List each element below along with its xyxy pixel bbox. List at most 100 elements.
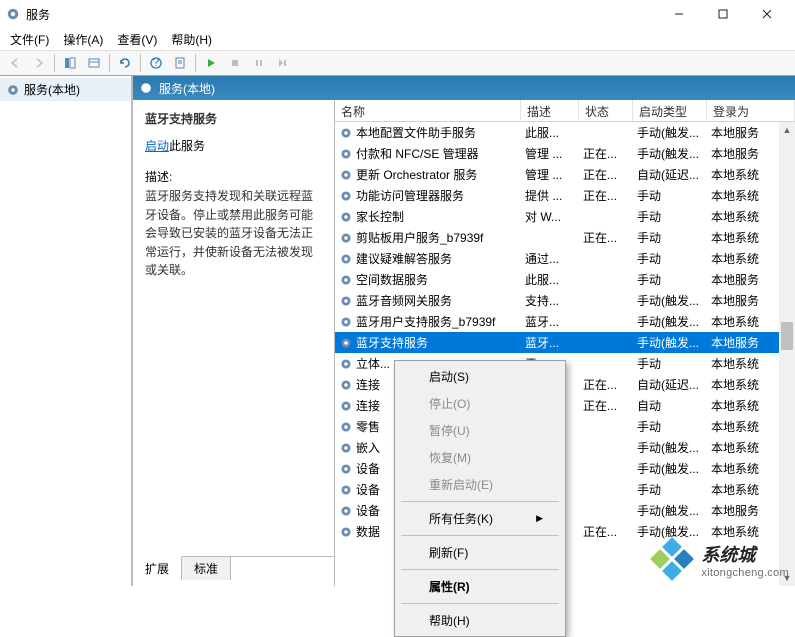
col-status[interactable]: 状态 — [579, 100, 633, 121]
cell-startup: 手动 — [633, 208, 707, 225]
start-service-link[interactable]: 启动 — [145, 139, 169, 153]
cell-desc: 对 W... — [521, 208, 579, 225]
cell-name: 蓝牙支持服务 — [335, 334, 521, 351]
service-row[interactable]: 本地配置文件助手服务此服...手动(触发...本地服务 — [335, 122, 795, 143]
maximize-button[interactable] — [701, 0, 745, 28]
context-menu-item: 重新启动(E) — [397, 471, 563, 498]
cell-startup: 手动(触发... — [633, 145, 707, 162]
cell-desc: 管理 ... — [521, 145, 579, 162]
cell-startup: 手动(触发... — [633, 460, 707, 477]
watermark-text: 系统城 — [701, 541, 789, 567]
cell-status: 正在... — [579, 523, 633, 540]
cell-name: 剪贴板用户服务_b7939f — [335, 229, 521, 246]
cell-status: 正在... — [579, 376, 633, 393]
menu-item-0[interactable]: 文件(F) — [4, 29, 55, 50]
context-menu-item[interactable]: 所有任务(K)▶ — [397, 505, 563, 532]
cell-desc: 此服... — [521, 124, 579, 141]
context-menu-item: 恢复(M) — [397, 444, 563, 471]
context-menu-item: 暂停(U) — [397, 417, 563, 444]
context-menu-item[interactable]: 刷新(F) — [397, 539, 563, 566]
service-row[interactable]: 空间数据服务此服...手动本地服务 — [335, 269, 795, 290]
cell-startup: 自动 — [633, 397, 707, 414]
cell-name: 付款和 NFC/SE 管理器 — [335, 145, 521, 162]
menu-item-2[interactable]: 查看(V) — [111, 29, 163, 50]
cell-desc: 此服... — [521, 271, 579, 288]
service-row[interactable]: 蓝牙支持服务蓝牙...手动(触发...本地服务 — [335, 332, 795, 353]
cell-name: 蓝牙用户支持服务_b7939f — [335, 313, 521, 330]
vertical-scrollbar[interactable]: ▲ ▼ — [779, 122, 795, 586]
scroll-thumb[interactable] — [781, 322, 793, 350]
cell-name: 本地配置文件助手服务 — [335, 124, 521, 141]
show-hide-tree-button[interactable] — [59, 52, 81, 74]
pause-service-button[interactable] — [248, 52, 270, 74]
service-row[interactable]: 蓝牙音频网关服务支持...手动(触发...本地服务 — [335, 290, 795, 311]
menu-item-3[interactable]: 帮助(H) — [165, 29, 218, 50]
detail-pane: 蓝牙支持服务 启动此服务 描述: 蓝牙服务支持发现和关联远程蓝牙设备。停止或禁用… — [133, 100, 335, 586]
back-button[interactable] — [4, 52, 26, 74]
close-button[interactable] — [745, 0, 789, 28]
cell-name: 空间数据服务 — [335, 271, 521, 288]
service-row[interactable]: 付款和 NFC/SE 管理器管理 ...正在...手动(触发...本地服务 — [335, 143, 795, 164]
cell-desc: 通过... — [521, 250, 579, 267]
gear-icon — [139, 81, 153, 95]
cell-desc: 管理 ... — [521, 166, 579, 183]
cell-name: 家长控制 — [335, 208, 521, 225]
stop-service-button[interactable] — [224, 52, 246, 74]
col-logon[interactable]: 登录为 — [707, 100, 795, 121]
cell-startup: 手动(触发... — [633, 334, 707, 351]
watermark: 系统城 xitongcheng.com — [653, 540, 789, 580]
refresh-button[interactable] — [114, 52, 136, 74]
nav-tree[interactable]: 服务(本地) — [0, 76, 132, 586]
service-row[interactable]: 剪贴板用户服务_b7939f正在...手动本地系统 — [335, 227, 795, 248]
scroll-up-button[interactable]: ▲ — [779, 122, 795, 138]
watermark-logo — [653, 540, 693, 580]
col-name[interactable]: 名称 — [335, 100, 521, 121]
cell-desc: 提供 ... — [521, 187, 579, 204]
tab-extended[interactable]: 扩展 — [133, 556, 182, 580]
cell-status: 正在... — [579, 166, 633, 183]
context-menu-item[interactable]: 启动(S) — [397, 363, 563, 390]
context-menu[interactable]: 启动(S)停止(O)暂停(U)恢复(M)重新启动(E) 所有任务(K)▶ 刷新(F)… — [394, 360, 566, 637]
cell-startup: 手动 — [633, 250, 707, 267]
cell-startup: 手动 — [633, 229, 707, 246]
col-startup[interactable]: 启动类型 — [633, 100, 707, 121]
gear-icon — [6, 83, 20, 97]
service-row[interactable]: 功能访问管理器服务提供 ...正在...手动本地系统 — [335, 185, 795, 206]
tab-standard[interactable]: 标准 — [182, 556, 231, 580]
context-menu-item: 停止(O) — [397, 390, 563, 417]
cell-startup: 手动(触发... — [633, 124, 707, 141]
panel-header: 服务(本地) — [133, 76, 795, 100]
restart-service-button[interactable] — [272, 52, 294, 74]
context-menu-item[interactable]: 帮助(H) — [397, 607, 563, 634]
cell-name: 功能访问管理器服务 — [335, 187, 521, 204]
cell-status: 正在... — [579, 229, 633, 246]
service-row[interactable]: 家长控制对 W...手动本地系统 — [335, 206, 795, 227]
app-icon — [6, 7, 20, 21]
properties-button[interactable] — [169, 52, 191, 74]
service-row[interactable]: 更新 Orchestrator 服务管理 ...正在...自动(延迟...本地系… — [335, 164, 795, 185]
tab-strip: 扩展 标准 — [133, 556, 334, 580]
cell-startup: 手动(触发... — [633, 313, 707, 330]
cell-name: 蓝牙音频网关服务 — [335, 292, 521, 309]
cell-startup: 手动(触发... — [633, 439, 707, 456]
forward-button[interactable] — [28, 52, 50, 74]
context-menu-item[interactable]: 属性(R) — [397, 573, 563, 600]
minimize-button[interactable] — [657, 0, 701, 28]
start-service-button[interactable] — [200, 52, 222, 74]
help-button[interactable]: ? — [145, 52, 167, 74]
service-row[interactable]: 蓝牙用户支持服务_b7939f蓝牙...手动(触发...本地系统 — [335, 311, 795, 332]
cell-desc: 蓝牙... — [521, 313, 579, 330]
cell-status: 正在... — [579, 397, 633, 414]
col-desc[interactable]: 描述 — [521, 100, 579, 121]
cell-startup: 手动 — [633, 418, 707, 435]
column-headers[interactable]: 名称 描述 状态 启动类型 登录为 — [335, 100, 795, 122]
menu-bar: 文件(F)操作(A)查看(V)帮助(H) — [0, 28, 795, 50]
cell-startup: 手动 — [633, 187, 707, 204]
nav-item-services-local[interactable]: 服务(本地) — [0, 78, 131, 101]
nav-item-label: 服务(本地) — [24, 81, 80, 98]
menu-item-1[interactable]: 操作(A) — [57, 29, 109, 50]
service-row[interactable]: 建议疑难解答服务通过...手动本地系统 — [335, 248, 795, 269]
export-list-button[interactable] — [83, 52, 105, 74]
cell-startup: 手动 — [633, 355, 707, 372]
selected-service-name: 蓝牙支持服务 — [145, 110, 322, 127]
